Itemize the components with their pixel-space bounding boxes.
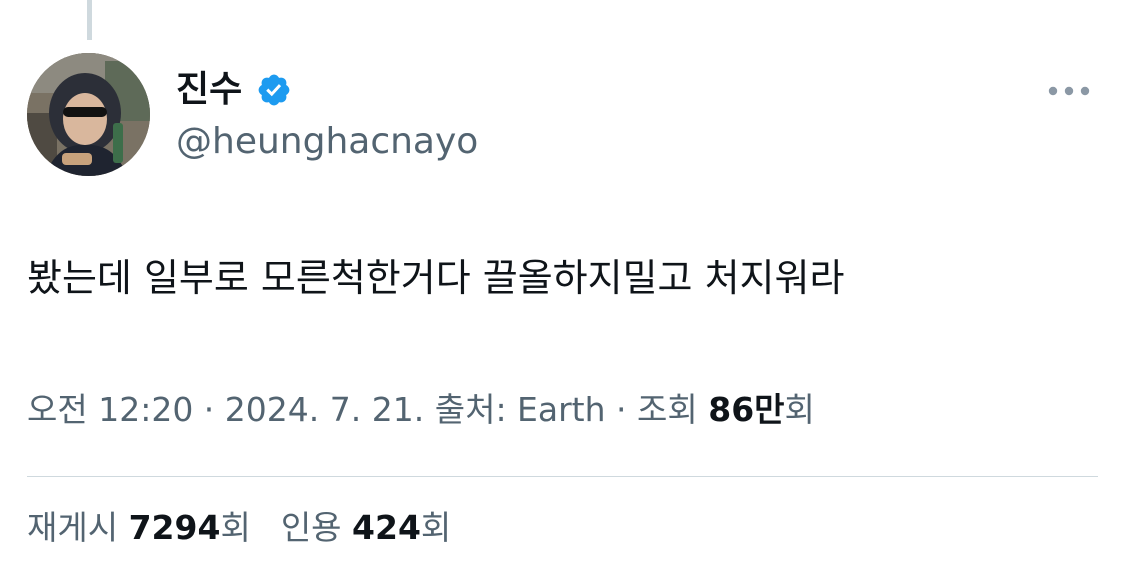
display-name[interactable]: 진수 <box>176 66 242 114</box>
tweet-stats: 재게시 7294회 인용 424회 <box>27 504 451 552</box>
thread-connector-line <box>87 0 92 40</box>
meta-separator: · <box>193 390 225 429</box>
meta-separator-2: · <box>605 390 638 429</box>
reposts-suffix: 회 <box>220 508 251 547</box>
more-options-icon <box>1048 86 1090 96</box>
reposts-stat[interactable]: 재게시 7294회 <box>27 504 251 552</box>
quotes-label: 인용 <box>280 508 353 547</box>
views-count: 86만 <box>708 390 785 429</box>
tweet-metadata: 오전 12:20 · 2024. 7. 21. 출처: Earth · 조회 8… <box>27 386 815 434</box>
source-label: 출처: <box>434 390 518 429</box>
avatar[interactable] <box>27 53 150 176</box>
timestamp-date[interactable]: 2024. 7. 21. <box>225 390 424 429</box>
verified-badge-icon[interactable] <box>256 72 292 108</box>
tweet-text: 봤는데 일부로 모른척한거다 끌올하지밀고 처지워라 <box>27 256 845 300</box>
source-value[interactable]: Earth <box>517 390 606 429</box>
author-name-row: 진수 <box>176 66 292 114</box>
views-label: 조회 <box>637 390 709 429</box>
reposts-count: 7294 <box>128 508 221 547</box>
reposts-label: 재게시 <box>27 508 129 547</box>
divider <box>27 476 1098 477</box>
more-options-button[interactable] <box>1047 74 1091 108</box>
quotes-stat[interactable]: 인용 424회 <box>281 504 451 552</box>
quotes-suffix: 회 <box>420 508 452 547</box>
author-handle[interactable]: @heunghacnayo <box>176 120 478 164</box>
quotes-count: 424 <box>352 508 421 547</box>
avatar-image <box>27 53 150 176</box>
views-suffix: 회 <box>784 390 815 429</box>
timestamp-time[interactable]: 오전 12:20 <box>27 390 193 429</box>
